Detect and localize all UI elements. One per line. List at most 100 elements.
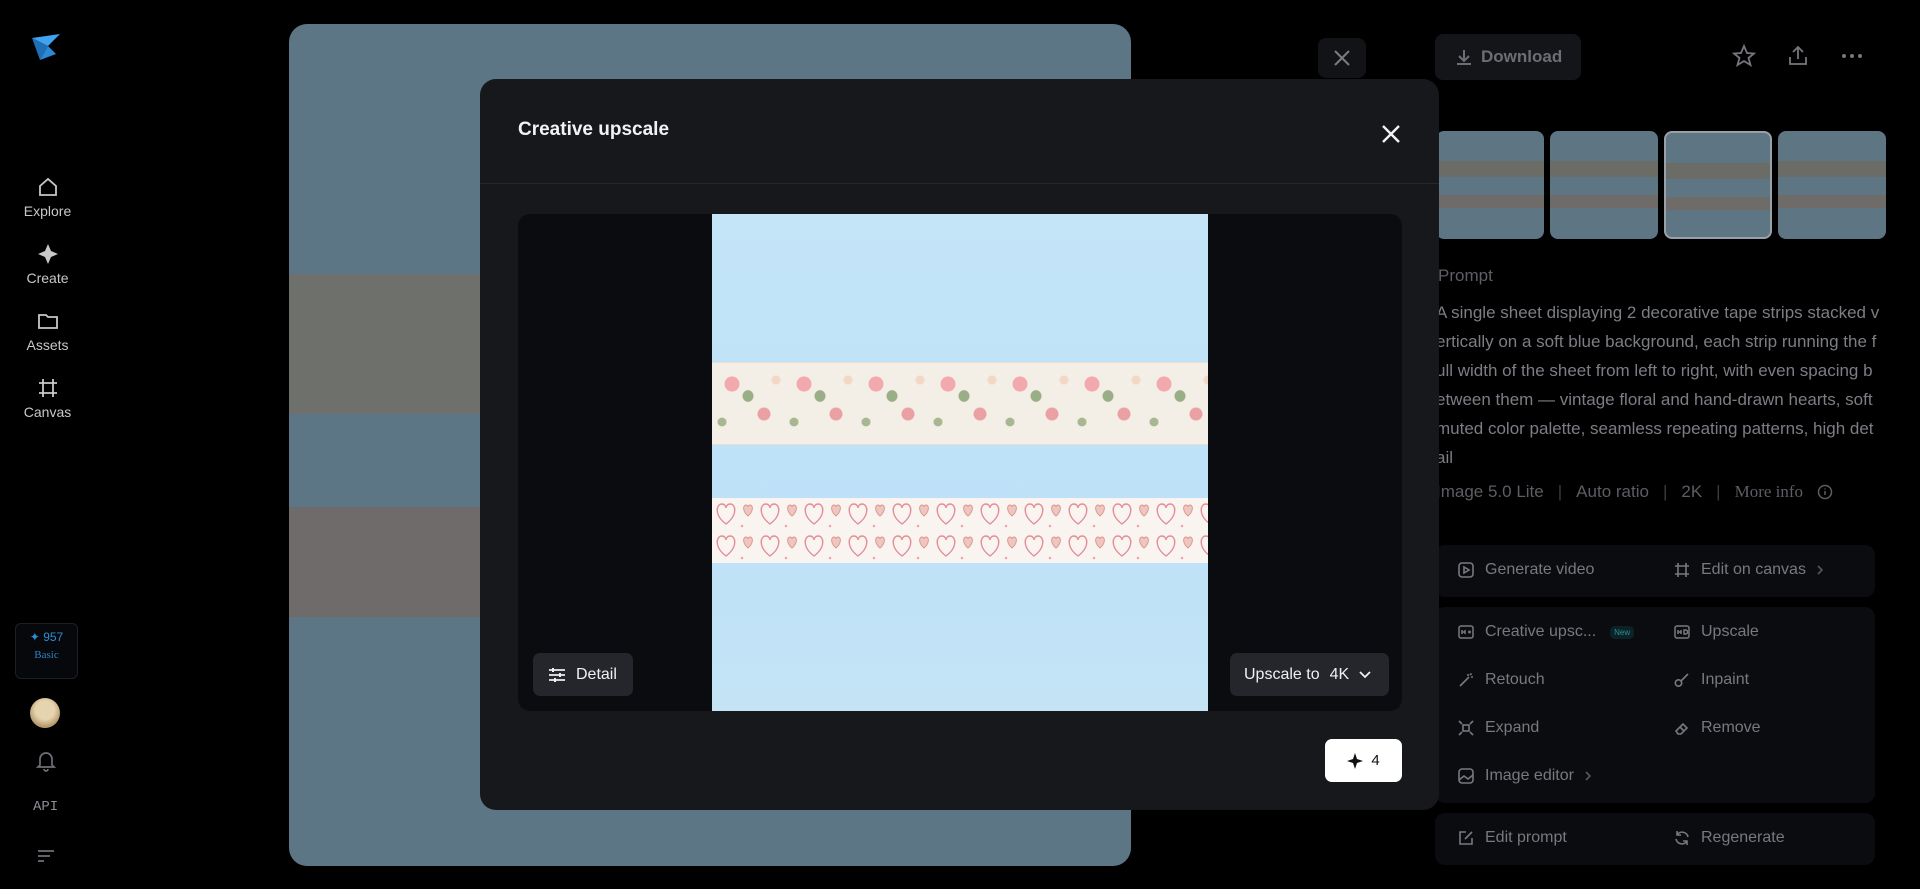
edit-prompt-label: Edit prompt bbox=[1485, 829, 1567, 846]
chevron-right-icon bbox=[1585, 771, 1592, 781]
frame-icon bbox=[38, 379, 57, 397]
heart-tape-strip bbox=[712, 498, 1208, 563]
meta-separator: | bbox=[1716, 482, 1721, 501]
upscale-label: Upscale bbox=[1701, 623, 1759, 640]
inpaint-button[interactable]: Inpaint bbox=[1673, 671, 1749, 689]
sparkle-icon bbox=[1347, 752, 1364, 769]
regenerate-button[interactable]: Regenerate bbox=[1673, 829, 1785, 847]
modal-title: Creative upscale bbox=[518, 119, 670, 140]
viewer-close-button[interactable] bbox=[1318, 38, 1366, 78]
image-editor-button[interactable]: Image editor bbox=[1457, 767, 1592, 785]
download-label: Download bbox=[1481, 47, 1563, 66]
download-button[interactable]: Download bbox=[1435, 34, 1581, 80]
run-upscale-button[interactable]: 4 bbox=[1325, 739, 1402, 782]
nav-item-canvas[interactable]: Canvas bbox=[0, 377, 95, 420]
resolution-value: 2K bbox=[1681, 482, 1703, 501]
nav-item-label: Assets bbox=[26, 337, 69, 353]
meta-separator: | bbox=[1557, 482, 1563, 501]
top-icon-row bbox=[1732, 44, 1864, 68]
expand-button[interactable]: Expand bbox=[1457, 719, 1539, 737]
folder-icon bbox=[37, 314, 58, 329]
image-editor-label: Image editor bbox=[1485, 767, 1574, 784]
remove-label: Remove bbox=[1701, 719, 1761, 736]
thumbnail-2[interactable] bbox=[1550, 131, 1658, 239]
more-info-link[interactable]: More info bbox=[1735, 482, 1803, 502]
generate-video-button[interactable]: Generate video bbox=[1457, 561, 1594, 579]
api-link[interactable]: API bbox=[33, 799, 58, 815]
upscale-prefix: Upscale to bbox=[1244, 665, 1320, 683]
wand-icon bbox=[1459, 672, 1473, 687]
remove-button[interactable]: Remove bbox=[1673, 719, 1761, 737]
credit-cost: 4 bbox=[1371, 752, 1380, 769]
prompt-text: A single sheet displaying 2 decorative t… bbox=[1436, 303, 1880, 467]
generate-video-label: Generate video bbox=[1485, 561, 1595, 578]
nav-item-assets[interactable]: Assets bbox=[0, 310, 95, 353]
image-edit-icon bbox=[1458, 768, 1474, 784]
detail-button[interactable]: Detail bbox=[533, 653, 633, 696]
creative-upscale-label: Creative upsc... bbox=[1485, 623, 1597, 640]
info-icon[interactable] bbox=[1817, 484, 1833, 500]
regenerate-label: Regenerate bbox=[1701, 829, 1785, 846]
edit-prompt-button[interactable]: Edit prompt bbox=[1457, 829, 1567, 847]
avatar[interactable] bbox=[30, 698, 60, 728]
variant-thumbnails bbox=[1436, 131, 1886, 239]
inpaint-label: Inpaint bbox=[1701, 671, 1750, 688]
expand-icon bbox=[1458, 720, 1474, 736]
nav-item-explore[interactable]: Explore bbox=[0, 176, 95, 219]
retouch-label: Retouch bbox=[1485, 671, 1545, 688]
more-icon[interactable] bbox=[1840, 44, 1864, 68]
model-name: Image 5.0 Lite bbox=[1436, 482, 1544, 501]
modal-divider bbox=[480, 183, 1439, 184]
nav-item-create[interactable]: Create bbox=[0, 243, 95, 286]
edit-on-canvas-label: Edit on canvas bbox=[1701, 561, 1806, 578]
star-icon[interactable] bbox=[1732, 44, 1756, 68]
upscale-button[interactable]: Upscale bbox=[1673, 623, 1759, 641]
creative-upscale-modal: Creative upscale Detail Upscale to 4K 4 bbox=[480, 79, 1439, 810]
eraser-icon bbox=[1674, 722, 1689, 735]
credits-amount: 957 bbox=[43, 630, 64, 644]
share-icon[interactable] bbox=[1786, 44, 1810, 68]
upscale-value: 4K bbox=[1329, 665, 1350, 683]
thumbnail-4[interactable] bbox=[1778, 131, 1886, 239]
refresh-icon bbox=[1675, 831, 1689, 845]
retouch-button[interactable]: Retouch bbox=[1457, 671, 1545, 689]
creative-upscale-button[interactable]: Creative upsc... New bbox=[1457, 623, 1635, 641]
menu-icon[interactable] bbox=[36, 848, 56, 864]
credit-sparkle-icon: ✦ bbox=[29, 630, 40, 644]
floral-tape-strip bbox=[712, 362, 1208, 445]
generation-meta: Image 5.0 Lite | Auto ratio | 2K | More … bbox=[1436, 482, 1833, 502]
plan-label: Basic bbox=[34, 649, 59, 661]
app-logo-icon[interactable] bbox=[30, 32, 62, 64]
action-card-prompt: Edit prompt Regenerate bbox=[1435, 813, 1875, 865]
hd-plus-icon bbox=[1458, 625, 1474, 639]
hd-icon bbox=[1674, 625, 1690, 639]
prompt-label: Prompt bbox=[1438, 266, 1493, 285]
video-icon bbox=[1458, 562, 1474, 578]
edit-on-canvas-button[interactable]: Edit on canvas bbox=[1673, 561, 1824, 579]
left-nav: Explore Create Assets Canvas ✦ 957 Basic… bbox=[0, 0, 95, 889]
source-image bbox=[712, 214, 1208, 711]
upscale-resolution-select[interactable]: Upscale to 4K bbox=[1230, 653, 1389, 696]
details-panel: Download Prompt A single sheet displayin… bbox=[1432, 0, 1920, 889]
nav-item-label: Canvas bbox=[23, 404, 72, 420]
home-icon bbox=[38, 177, 57, 196]
meta-separator: | bbox=[1662, 482, 1668, 501]
new-badge: New bbox=[1610, 625, 1635, 639]
thumbnail-3[interactable] bbox=[1664, 131, 1772, 239]
sparkle-icon bbox=[37, 244, 58, 264]
action-card-tools: Creative upsc... New Upscale Retouch Inp… bbox=[1435, 607, 1875, 803]
chevron-down-icon bbox=[1359, 670, 1371, 678]
detail-label: Detail bbox=[576, 665, 617, 683]
ratio-value: Auto ratio bbox=[1576, 482, 1649, 501]
thumbnail-1[interactable] bbox=[1436, 131, 1544, 239]
edit-icon bbox=[1459, 831, 1473, 845]
close-icon bbox=[1334, 50, 1350, 66]
brush-icon bbox=[1674, 673, 1689, 687]
chevron-right-icon bbox=[1817, 565, 1824, 575]
action-card-video: Generate video Edit on canvas bbox=[1435, 545, 1875, 597]
expand-label: Expand bbox=[1485, 719, 1540, 736]
frame-icon bbox=[1675, 563, 1689, 577]
modal-close-icon[interactable] bbox=[1378, 121, 1404, 147]
credits-badge[interactable]: ✦ 957 Basic bbox=[15, 623, 78, 679]
bell-icon[interactable] bbox=[36, 750, 56, 772]
